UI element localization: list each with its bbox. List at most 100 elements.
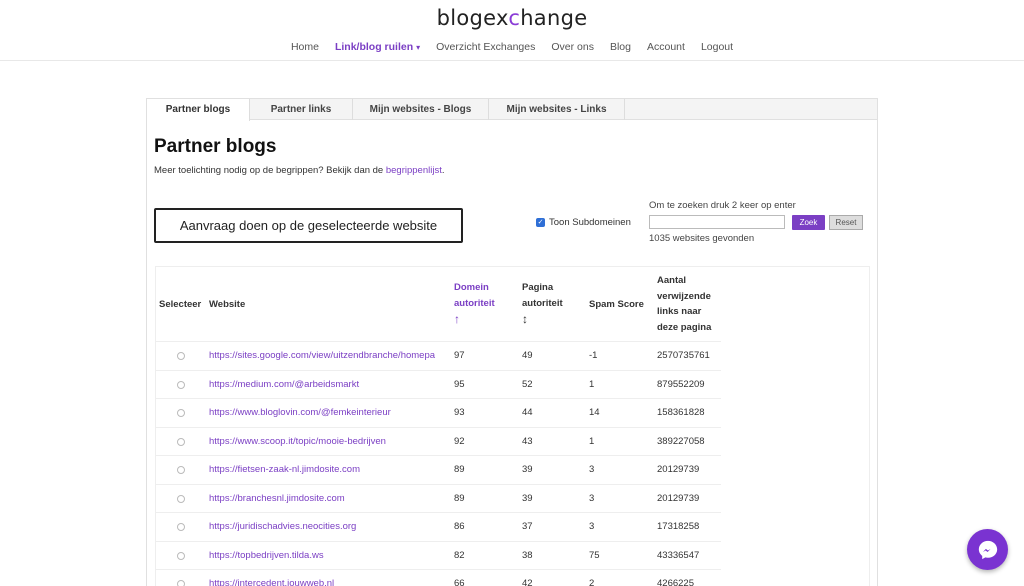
row-select-radio[interactable] (177, 494, 185, 503)
col-header-select: Selecteer (159, 299, 202, 310)
table-row: https://intercedent.jouwweb.nl 66 42 2 4… (156, 569, 721, 586)
spam-score: -1 (589, 350, 598, 361)
row-select-radio[interactable] (177, 409, 185, 417)
partner-table: Selecteer Website Domein autoriteit ↑ Pa… (155, 266, 870, 586)
domain-authority: 92 (454, 435, 465, 447)
referring-links: 2570735761 (657, 350, 710, 361)
website-link[interactable]: https://sites.google.com/view/uitzendbra… (209, 350, 451, 361)
referring-links: 4266225 (657, 578, 694, 586)
spam-score: 75 (589, 549, 600, 561)
logo[interactable]: blogexchange (0, 6, 1024, 30)
nav-overzicht-exchanges[interactable]: Overzicht Exchanges (436, 41, 535, 53)
search-input[interactable] (649, 215, 785, 229)
reset-button[interactable]: Reset (829, 215, 863, 230)
table-row: https://sites.google.com/view/uitzendbra… (156, 341, 721, 370)
page-title: Partner blogs (154, 136, 277, 157)
domain-authority: 93 (454, 407, 465, 418)
begrippenlijst-link[interactable]: begrippenlijst (386, 165, 442, 176)
referring-links: 43336547 (657, 549, 700, 561)
spam-score: 1 (589, 435, 595, 447)
page-authority: 39 (522, 492, 533, 504)
nav-link-blog-ruilen[interactable]: Link/blog ruilen ▾ (335, 41, 420, 53)
content-card: Partner blogs Partner links Mijn website… (146, 98, 878, 586)
nav-account[interactable]: Account (647, 41, 685, 53)
row-select-radio[interactable] (177, 437, 185, 446)
main-nav: Home Link/blog ruilen ▾ Overzicht Exchang… (0, 41, 1024, 53)
domain-authority: 89 (454, 464, 465, 475)
page-authority: 38 (522, 549, 533, 561)
row-select-radio[interactable] (177, 466, 185, 474)
tab-partner-links[interactable]: Partner links (250, 99, 353, 120)
page-authority: 49 (522, 350, 533, 361)
col-header-domain-authority[interactable]: Domein autoriteit ↑ (454, 280, 495, 327)
nav-logout[interactable]: Logout (701, 41, 733, 53)
website-link[interactable]: https://www.scoop.it/topic/mooie-bedrijv… (209, 436, 451, 447)
website-link[interactable]: https://medium.com/@arbeidsmarkt (209, 379, 451, 390)
page-authority: 39 (522, 464, 533, 475)
sort-both-icon: ↕ (522, 312, 528, 326)
domain-authority: 97 (454, 350, 465, 361)
nav-over-ons[interactable]: Over ons (551, 41, 594, 53)
referring-links: 17318258 (657, 521, 700, 532)
table-row: https://medium.com/@arbeidsmarkt 95 52 1… (156, 369, 721, 399)
sort-ascending-icon: ↑ (454, 312, 460, 326)
page-authority: 52 (522, 378, 533, 390)
table-row: https://topbedrijven.tilda.ws 82 38 75 4… (156, 540, 721, 570)
col-header-referring-links[interactable]: Aantal verwijzende links naar deze pagin… (657, 273, 711, 335)
website-link[interactable]: https://fietsen-zaak-nl.jimdosite.com (209, 464, 451, 475)
tab-mijn-websites-blogs[interactable]: Mijn websites - Blogs (353, 99, 489, 120)
row-select-radio[interactable] (177, 580, 185, 586)
request-button[interactable]: Aanvraag doen op de geselecteerde websit… (154, 208, 463, 243)
website-link[interactable]: https://juridischadvies.neocities.org (209, 521, 451, 532)
domain-authority: 82 (454, 549, 465, 561)
referring-links: 20129739 (657, 464, 700, 475)
search-hint: Om te zoeken druk 2 keer op enter (649, 200, 796, 211)
row-select-radio[interactable] (177, 352, 185, 360)
referring-links: 879552209 (657, 378, 705, 390)
subdomain-toggle[interactable]: ✓ Toon Subdomeinen (536, 217, 631, 228)
spam-score: 3 (589, 464, 595, 475)
website-link[interactable]: https://www.bloglovin.com/@femkeinterieu… (209, 407, 451, 418)
tab-mijn-websites-links[interactable]: Mijn websites - Links (489, 99, 625, 120)
table-row: https://branchesnl.jimdosite.com 89 39 3… (156, 483, 721, 513)
messenger-chat-button[interactable] (967, 529, 1008, 570)
referring-links: 389227058 (657, 435, 705, 447)
website-link[interactable]: https://topbedrijven.tilda.ws (209, 550, 451, 561)
row-select-radio[interactable] (177, 523, 185, 531)
spam-score: 2 (589, 578, 595, 586)
domain-authority: 86 (454, 521, 465, 532)
referring-links: 20129739 (657, 492, 700, 504)
subdomain-label: Toon Subdomeinen (549, 217, 631, 228)
table-row: https://fietsen-zaak-nl.jimdosite.com 89… (156, 455, 721, 484)
row-select-radio[interactable] (177, 551, 185, 560)
spam-score: 14 (589, 407, 600, 418)
nav-home[interactable]: Home (291, 41, 319, 53)
logo-accent: c (508, 6, 521, 30)
results-count: 1035 websites gevonden (649, 233, 755, 244)
domain-authority: 89 (454, 492, 465, 504)
domain-authority: 66 (454, 578, 465, 586)
spam-score: 3 (589, 492, 595, 504)
spam-score: 1 (589, 378, 595, 390)
col-header-spam-score[interactable]: Spam Score (589, 297, 644, 313)
page-authority: 43 (522, 435, 533, 447)
page-authority: 37 (522, 521, 533, 532)
col-header-page-authority[interactable]: Pagina autoriteit ↕ (522, 280, 563, 327)
search-button[interactable]: Zoek (792, 215, 825, 230)
col-header-website: Website (209, 299, 246, 310)
nav-blog[interactable]: Blog (610, 41, 631, 53)
page-subtitle: Meer toelichting nodig op de begrippen? … (154, 165, 445, 176)
table-row: https://www.bloglovin.com/@femkeinterieu… (156, 398, 721, 427)
domain-authority: 95 (454, 378, 465, 390)
referring-links: 158361828 (657, 407, 705, 418)
checkbox-checked-icon[interactable]: ✓ (536, 218, 545, 227)
row-select-radio[interactable] (177, 380, 185, 389)
tab-partner-blogs[interactable]: Partner blogs (147, 99, 250, 121)
page-authority: 42 (522, 578, 533, 586)
table-row: https://www.scoop.it/topic/mooie-bedrijv… (156, 426, 721, 456)
messenger-icon (978, 540, 997, 559)
website-link[interactable]: https://intercedent.jouwweb.nl (209, 578, 451, 586)
website-link[interactable]: https://branchesnl.jimdosite.com (209, 493, 451, 504)
table-row: https://juridischadvies.neocities.org 86… (156, 512, 721, 541)
tab-bar: Partner blogs Partner links Mijn website… (147, 99, 877, 121)
